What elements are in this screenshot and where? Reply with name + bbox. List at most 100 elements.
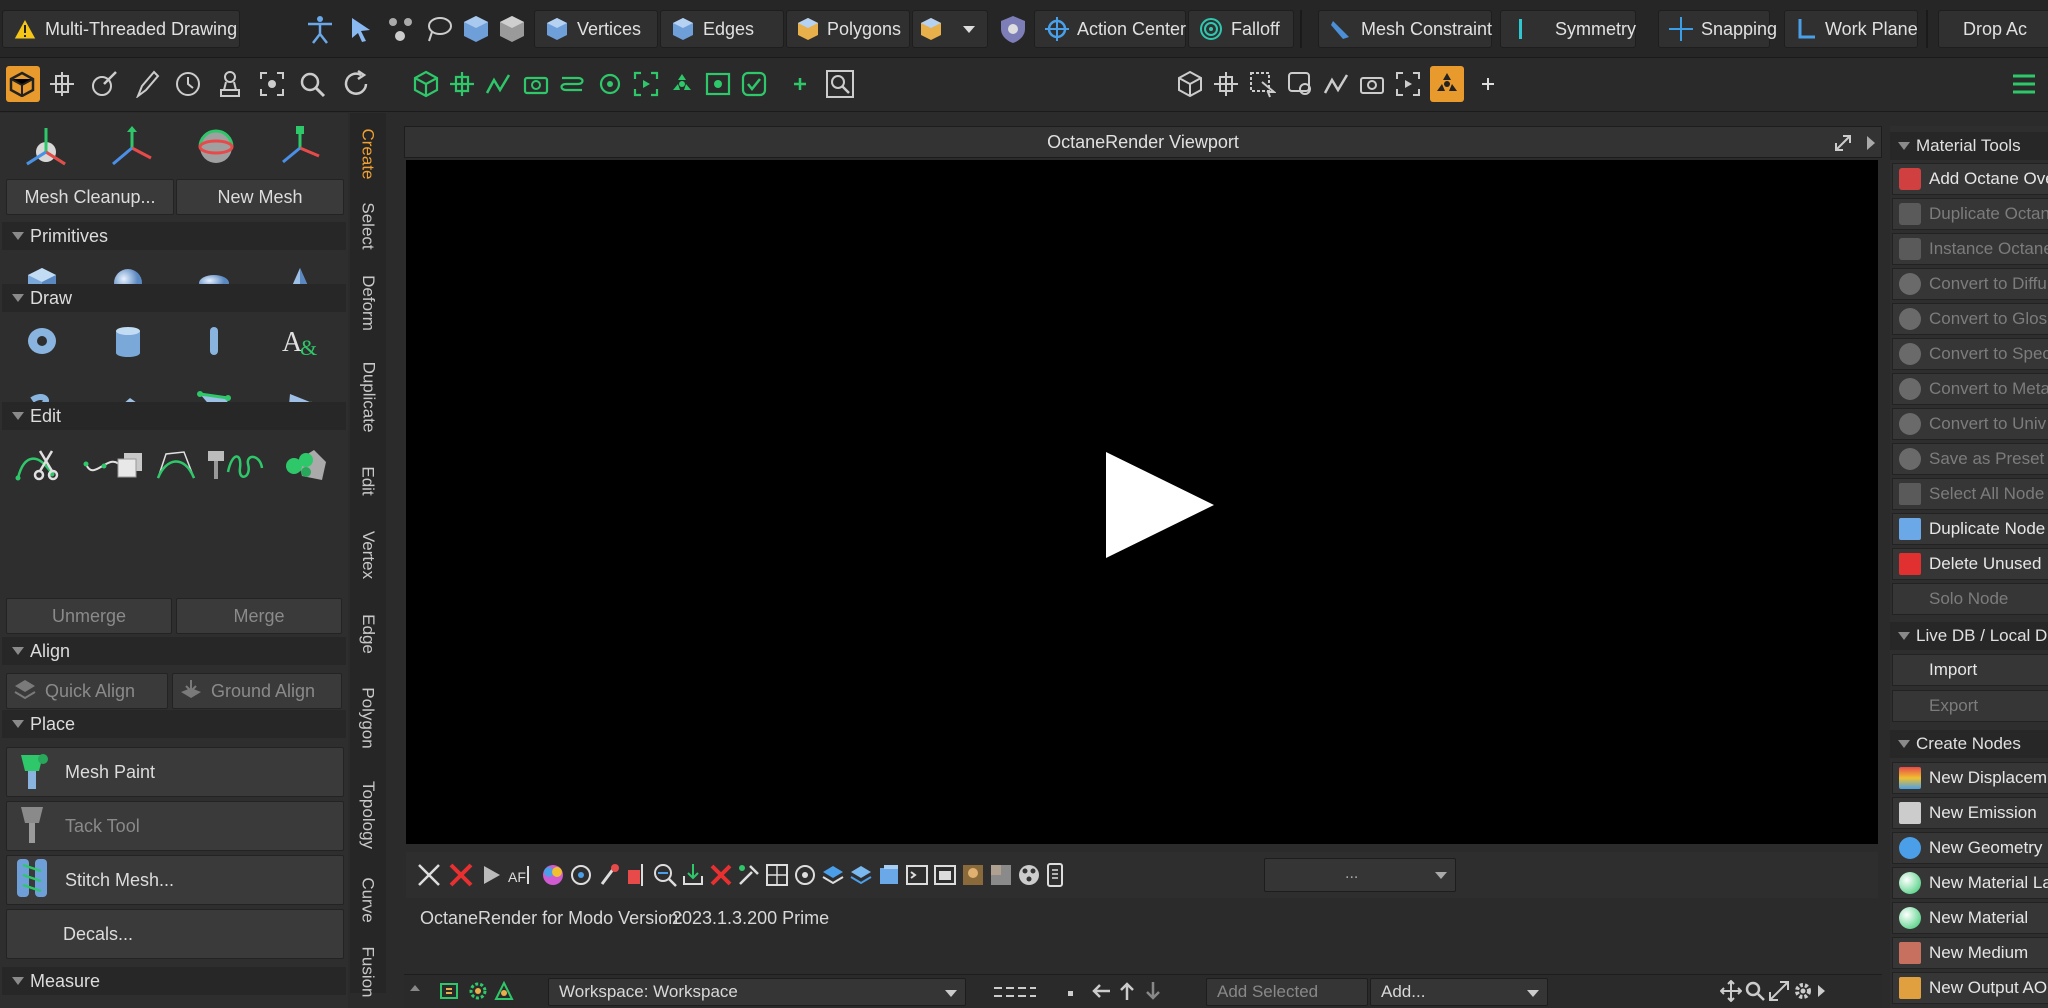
symmetry-button[interactable]: Symmetry [1500, 10, 1636, 48]
create-node-item[interactable]: New Medium [1892, 937, 2048, 969]
green-check-icon[interactable] [736, 66, 772, 102]
material-tool-item[interactable]: Duplicate Node [1892, 513, 2048, 545]
af-focus-icon[interactable]: AF [506, 862, 534, 893]
panel-arrow-icon[interactable] [1867, 136, 1875, 150]
create-node-item[interactable]: New Geometry [1892, 832, 2048, 864]
green-wave-icon[interactable] [554, 66, 590, 102]
tab-curve[interactable]: Curve [350, 867, 386, 933]
select-arrow-icon[interactable] [346, 14, 376, 49]
create-node-item[interactable]: New Material La [1892, 867, 2048, 899]
view-path-icon[interactable] [1318, 66, 1354, 102]
render-preset-dropdown[interactable]: ... [1264, 858, 1456, 892]
more-arrow-icon[interactable] [1818, 985, 1825, 997]
box-blue-icon[interactable] [876, 862, 902, 893]
green-radiation-icon[interactable] [664, 66, 700, 102]
layers-two-icon[interactable] [848, 862, 874, 893]
start-render-icon[interactable] [480, 864, 502, 891]
create-node-item[interactable]: New Output AO [1892, 972, 2048, 1004]
view-lasso-icon[interactable] [1282, 66, 1318, 102]
arrow-down-icon[interactable] [1142, 980, 1164, 1007]
portrait-icon[interactable] [960, 862, 986, 893]
mesh-paint-button[interactable]: Mesh Paint [6, 747, 344, 797]
view-move-icon[interactable] [1208, 66, 1244, 102]
place-section[interactable]: Place [2, 710, 346, 738]
add-selected-field[interactable]: Add Selected [1206, 978, 1368, 1006]
material-tool-item[interactable]: Select All Node [1892, 478, 2048, 510]
gear-icon[interactable] [1792, 980, 1814, 1007]
material-tool-item[interactable]: Save as Preset [1892, 443, 2048, 475]
material-tool-item[interactable]: Instance Octane [1892, 233, 2048, 265]
color-picker-icon[interactable] [540, 862, 566, 893]
figure-icon[interactable] [304, 14, 336, 49]
falloff-button[interactable]: Falloff [1188, 10, 1294, 48]
zoom-select-icon[interactable] [294, 66, 330, 102]
material-tool-item[interactable]: Convert to Diffu [1892, 268, 2048, 300]
green-camera-icon[interactable] [518, 66, 554, 102]
fit-icon[interactable] [254, 66, 290, 102]
draw-section[interactable]: Draw [2, 284, 346, 312]
tab-fusion[interactable]: Fusion [350, 937, 386, 1007]
grid-layout-icon[interactable] [992, 983, 1038, 1006]
import-button[interactable]: Import [1892, 654, 2048, 686]
material-tools-section[interactable]: Material Tools [1890, 132, 2048, 160]
tab-edit[interactable]: Edit [350, 451, 386, 511]
radiation-render-icon[interactable] [1429, 66, 1465, 102]
create-nodes-section[interactable]: Create Nodes [1890, 730, 2048, 758]
green-move-icon[interactable] [444, 66, 480, 102]
material-tool-item[interactable]: Duplicate Octan [1892, 198, 2048, 230]
tack-tool-button[interactable]: Tack Tool [6, 801, 344, 851]
cylinder-primitive-icon[interactable] [100, 313, 156, 369]
green-frame-icon[interactable] [628, 66, 664, 102]
add-dropdown[interactable]: Add... [1370, 978, 1548, 1006]
material-tool-item[interactable]: Convert to Glos [1892, 303, 2048, 335]
align-section[interactable]: Align [2, 637, 346, 665]
tab-select[interactable]: Select [350, 193, 386, 259]
move-tool-icon[interactable] [44, 66, 80, 102]
zoom-region-icon[interactable] [822, 66, 858, 102]
workspace-dropdown[interactable]: Workspace: Workspace [548, 978, 966, 1006]
image-grid-icon[interactable] [764, 862, 790, 893]
pen-tool-icon[interactable] [128, 66, 164, 102]
layout-tool-icon[interactable] [492, 979, 516, 1008]
paste-brush-icon[interactable] [188, 437, 244, 493]
clock-icon[interactable] [170, 66, 206, 102]
maximize-icon[interactable] [1833, 133, 1853, 158]
search-icon[interactable] [1744, 980, 1766, 1007]
element-select-icon[interactable] [386, 14, 416, 49]
mesh-cleanup-button[interactable]: Mesh Cleanup... [6, 179, 174, 215]
measure-section[interactable]: Measure [2, 967, 346, 995]
arrow-up-icon[interactable] [1116, 980, 1138, 1007]
rotate-gizmo-icon[interactable] [188, 119, 244, 175]
material-tool-item[interactable]: Convert to Spec [1892, 338, 2048, 370]
add-view-icon[interactable] [1470, 66, 1506, 102]
material-mode-icon[interactable] [498, 14, 526, 49]
move-view-icon[interactable] [1719, 979, 1743, 1007]
snapping-button[interactable]: Snapping [1658, 10, 1777, 48]
axis-gizmo-icon[interactable] [104, 119, 160, 175]
scale-gizmo-icon[interactable] [272, 119, 328, 175]
merge-button[interactable]: Merge [176, 598, 342, 634]
live-db-section[interactable]: Live DB / Local D [1890, 622, 2048, 650]
view-cube-icon[interactable] [1172, 66, 1208, 102]
arrow-left-icon[interactable] [1090, 980, 1112, 1007]
camera-view-icon[interactable] [792, 862, 818, 893]
window-frame-icon[interactable] [932, 862, 958, 893]
quick-align-button[interactable]: Quick Align [6, 673, 168, 709]
torus-primitive-icon[interactable] [14, 313, 70, 369]
primitives-section[interactable]: Primitives [2, 222, 346, 250]
material-tool-item[interactable]: Delete Unused [1892, 548, 2048, 580]
unmerge-button[interactable]: Unmerge [6, 598, 172, 634]
text-primitive-icon[interactable]: A & [272, 313, 328, 369]
select-cube-icon[interactable] [4, 66, 40, 102]
edit-section[interactable]: Edit [2, 402, 346, 430]
material-tool-item[interactable]: Convert to Meta [1892, 373, 2048, 405]
mode-dropdown-button[interactable] [912, 10, 988, 48]
tab-topology[interactable]: Topology [350, 767, 386, 863]
multi-threaded-drawing-button[interactable]: Multi-Threaded Drawing [2, 10, 240, 48]
create-node-item[interactable]: New Material [1892, 902, 2048, 934]
fit-arrows-icon[interactable] [416, 862, 442, 893]
tab-edge[interactable]: Edge [350, 599, 386, 669]
tab-polygon[interactable]: Polygon [350, 673, 386, 763]
material-tool-item[interactable]: Solo Node [1892, 583, 2048, 615]
item-mode-icon[interactable] [462, 14, 490, 49]
